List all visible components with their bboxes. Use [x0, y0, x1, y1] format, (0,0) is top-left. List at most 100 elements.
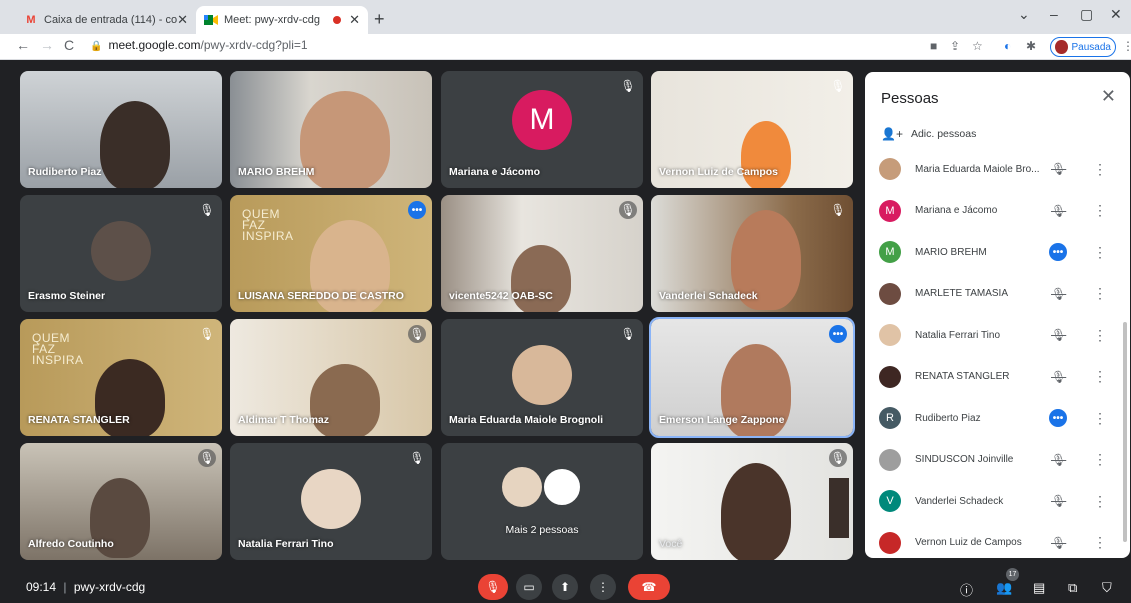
participant-avatar: V — [879, 490, 901, 512]
participant-row[interactable]: R Rudiberto Piaz ••• ⋮ — [879, 405, 1115, 431]
close-tab-icon[interactable]: ✕ — [349, 12, 360, 28]
add-people-label: Adic. pessoas — [910, 128, 977, 140]
video-tile[interactable]: 🎙 vicente5242 OAB-SC — [441, 195, 643, 312]
tab-search-icon[interactable]: ⌄ — [1018, 6, 1030, 23]
more-vert-icon[interactable]: ⋮ — [1093, 285, 1107, 302]
video-tile[interactable]: 🎙 Aldimar T Thomaz — [230, 319, 432, 436]
mic-off-icon[interactable]: 🎙 — [1051, 370, 1066, 384]
participant-row[interactable]: MARLETE TAMASIA 🎙 ⋮ — [879, 281, 1115, 307]
panel-scrollbar[interactable] — [1123, 322, 1127, 542]
video-tile[interactable]: QUEM FAZ INSPIRA 🎙 RENATA STANGLER — [20, 319, 222, 436]
lock-icon: 🔒 — [90, 41, 103, 52]
browser-menu-icon[interactable]: ⋮ — [1122, 39, 1131, 53]
mic-off-icon: 🎙 — [620, 327, 636, 341]
speaking-indicator-icon[interactable]: ••• — [1049, 409, 1067, 427]
participant-row[interactable]: RENATA STANGLER 🎙 ⋮ — [879, 364, 1115, 390]
camera-toggle-button[interactable]: ▭ — [516, 574, 542, 600]
video-tile[interactable]: 🎙 Erasmo Steiner — [20, 195, 222, 312]
video-tile[interactable]: 🎙 Maria Eduarda Maiole Brognoli — [441, 319, 643, 436]
mic-off-icon[interactable]: 🎙 — [1051, 287, 1066, 301]
tab-gmail[interactable]: M Caixa de entrada (114) - consult ✕ — [16, 6, 196, 34]
window-close-button[interactable]: ✕ — [1110, 6, 1122, 23]
more-people-tile[interactable]: Mais 2 pessoas — [441, 443, 643, 560]
address-bar[interactable]: 🔒 meet.google.com/pwy-xrdv-cdg?pli=1 — [90, 38, 308, 52]
tab-meet[interactable]: Meet: pwy-xrdv-cdg ✕ — [196, 6, 368, 34]
mic-off-icon[interactable]: 🎙 — [1051, 162, 1066, 176]
mic-off-icon[interactable]: 🎙 — [1051, 204, 1066, 218]
forward-icon[interactable]: → — [40, 37, 54, 53]
mic-off-icon: 🎙 — [198, 449, 216, 467]
participant-row[interactable]: Maria Eduarda Maiole Bro... 🎙 ⋮ — [879, 156, 1115, 182]
video-tile[interactable]: 🎙 Alfredo Coutinho — [20, 443, 222, 560]
add-people-button[interactable]: 👤+ Adic. pessoas — [881, 127, 976, 141]
more-vert-icon[interactable]: ⋮ — [1093, 410, 1107, 427]
share-icon[interactable]: ⇪ — [950, 39, 960, 53]
host-controls-icon[interactable]: ⛉ — [1102, 580, 1112, 596]
more-vert-icon[interactable]: ⋮ — [1093, 244, 1107, 261]
overlay-text: QUEM FAZ INSPIRA — [32, 331, 84, 367]
present-button[interactable]: ⬆ — [552, 574, 578, 600]
video-tile[interactable]: ••• Emerson Lange Zappone — [649, 317, 855, 438]
profile-button[interactable]: Pausada — [1050, 37, 1116, 57]
mic-off-icon: 🎙 — [199, 327, 215, 341]
participant-row[interactable]: V Vanderlei Schadeck 🎙 ⋮ — [879, 488, 1115, 514]
mic-off-icon: 🎙 — [199, 203, 215, 217]
leave-call-button[interactable]: ☎ — [628, 574, 670, 600]
video-tile[interactable]: M 🎙 Mariana e Jácomo — [441, 71, 643, 188]
participant-row[interactable]: M Mariana e Jácomo 🎙 ⋮ — [879, 198, 1115, 224]
participant-avatar — [879, 448, 901, 471]
mic-off-icon[interactable]: 🎙 — [1051, 328, 1066, 342]
video-tile[interactable]: 🎙 Natalia Ferrari Tino — [230, 443, 432, 560]
close-panel-icon[interactable]: ✕ — [1101, 86, 1116, 107]
back-icon[interactable]: ← — [16, 37, 30, 53]
minimize-button[interactable]: – — [1050, 6, 1058, 22]
video-tile[interactable]: QUEM FAZ INSPIRA ••• LUISANA SEREDDO DE … — [230, 195, 432, 312]
mic-off-icon: 🎙 — [408, 325, 426, 343]
mic-off-icon[interactable]: 🎙 — [1051, 536, 1066, 550]
participant-row[interactable]: SINDUSCON Joinville 🎙 ⋮ — [879, 447, 1115, 473]
recording-indicator-icon — [333, 16, 342, 24]
participant-avatar — [879, 531, 901, 554]
extensions-puzzle-icon[interactable]: ✱ — [1026, 39, 1036, 53]
clock-time: 09:14 — [26, 580, 57, 594]
reload-icon[interactable]: C — [64, 37, 74, 53]
more-vert-icon[interactable]: ⋮ — [1093, 202, 1107, 219]
people-panel: Pessoas ✕ 👤+ Adic. pessoas Maria Eduarda… — [865, 72, 1130, 558]
participant-name: Mariana e Jácomo — [449, 166, 541, 178]
more-vert-icon[interactable]: ⋮ — [1093, 327, 1107, 344]
close-tab-icon[interactable]: ✕ — [177, 12, 188, 28]
video-tile[interactable]: 🎙 Vernon Luiz de Campos — [651, 71, 853, 188]
people-icon[interactable]: 👥 — [996, 580, 1012, 596]
participant-name: Alfredo Coutinho — [28, 538, 114, 550]
participant-name: Rudiberto Piaz — [28, 166, 102, 178]
self-video-tile[interactable]: 🎙 Você — [651, 443, 853, 560]
participant-name: Você — [659, 538, 683, 550]
speaking-indicator-icon[interactable]: ••• — [1049, 243, 1067, 261]
extension-icon[interactable]: ◐ — [1004, 39, 1011, 53]
video-tile[interactable]: 🎙 Vanderlei Schadeck — [651, 195, 853, 312]
activities-icon[interactable]: ⧉ — [1068, 580, 1077, 596]
mic-toggle-button[interactable]: 🎙 — [478, 574, 508, 600]
more-vert-icon[interactable]: ⋮ — [1093, 534, 1107, 551]
chat-icon[interactable]: ▤ — [1033, 580, 1045, 596]
mic-off-icon[interactable]: 🎙 — [1051, 494, 1066, 508]
browser-tabstrip: M Caixa de entrada (114) - consult ✕ Mee… — [0, 0, 1131, 34]
more-options-button[interactable]: ⋮ — [590, 574, 616, 600]
participant-row[interactable]: Natalia Ferrari Tino 🎙 ⋮ — [879, 322, 1115, 348]
video-tile[interactable]: MARIO BREHM — [230, 71, 432, 188]
video-tile[interactable]: Rudiberto Piaz — [20, 71, 222, 188]
mic-off-icon[interactable]: 🎙 — [1051, 453, 1066, 467]
participant-avatar — [879, 324, 901, 346]
bookmark-star-icon[interactable]: ☆ — [972, 39, 983, 53]
meeting-controls-bar: 09:14 | pwy-xrdv-cdg 🎙 ▭ ⬆ ⋮ ☎ ⓘ 👥 17 ▤ … — [0, 568, 1131, 603]
new-tab-button[interactable]: + — [374, 9, 385, 30]
more-vert-icon[interactable]: ⋮ — [1093, 368, 1107, 385]
participant-row[interactable]: M MARIO BREHM ••• ⋮ — [879, 239, 1115, 265]
more-vert-icon[interactable]: ⋮ — [1093, 493, 1107, 510]
participant-row[interactable]: Vernon Luiz de Campos 🎙 ⋮ — [879, 530, 1115, 556]
more-vert-icon[interactable]: ⋮ — [1093, 161, 1107, 178]
maximize-button[interactable]: ▢ — [1080, 6, 1093, 23]
camera-indicator-icon[interactable]: ■ — [930, 39, 937, 53]
more-vert-icon[interactable]: ⋮ — [1093, 451, 1107, 468]
meeting-info-icon[interactable]: ⓘ — [960, 580, 973, 599]
